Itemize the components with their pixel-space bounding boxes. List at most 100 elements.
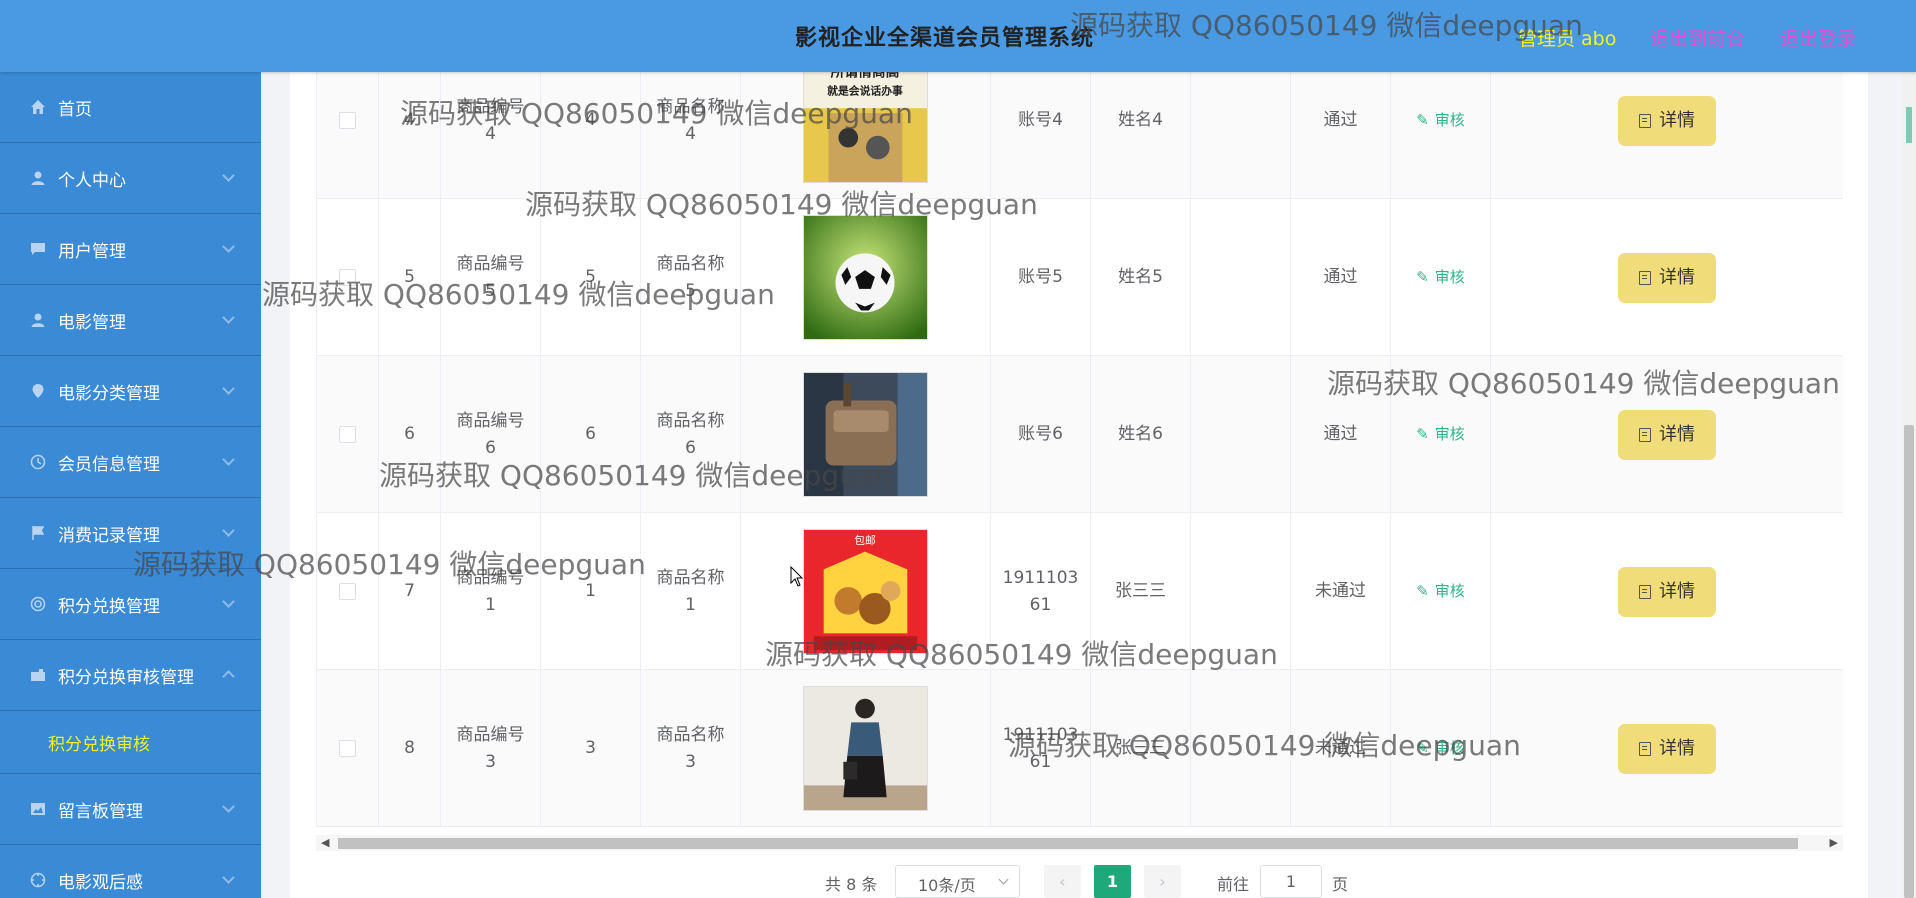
sidebar-item-label: 电影观后感 xyxy=(58,872,143,893)
product-image: 所谓情商高 就是会说话办事 xyxy=(803,72,928,183)
index-cell: 8 xyxy=(379,670,441,827)
table-row: 5 商品编号 5 5 商品名称 5 账号5 姓名5 通过 ✎ 审核 详情 xyxy=(316,199,1843,356)
scroll-left-icon[interactable]: ◀ xyxy=(321,836,329,849)
audit-button[interactable]: ✎ 审核 xyxy=(1416,264,1465,291)
chevron-down-icon xyxy=(222,169,235,182)
account-cell: 账号6 xyxy=(991,356,1091,513)
product-code-cell: 商品编号 1 xyxy=(441,513,541,670)
chevron-down-icon xyxy=(222,240,235,253)
prev-page-button[interactable]: ‹ xyxy=(1044,865,1081,898)
name-cell: 姓名5 xyxy=(1091,199,1191,356)
page-vertical-scrollbar[interactable] xyxy=(1902,72,1916,898)
chevron-right-icon: › xyxy=(1159,872,1166,891)
page-number-button[interactable]: 1 xyxy=(1094,865,1131,898)
row-checkbox[interactable] xyxy=(339,112,356,129)
detail-button[interactable]: 详情 xyxy=(1618,723,1716,774)
chevron-down-icon xyxy=(222,311,235,324)
sidebar-item-label: 消费记录管理 xyxy=(58,525,160,546)
sidebar-item-points-audit[interactable]: 积分兑换审核管理 xyxy=(0,640,261,711)
location-icon xyxy=(28,381,48,401)
sidebar-item-consumption[interactable]: 消费记录管理 xyxy=(0,498,261,569)
account-cell: 1911103 61 xyxy=(991,670,1091,827)
document-icon xyxy=(1639,584,1651,599)
sidebar-item-home[interactable]: 首页 xyxy=(0,72,261,143)
page-size-select[interactable]: 10条/页 xyxy=(895,865,1020,898)
detail-button[interactable]: 详情 xyxy=(1618,566,1716,617)
detail-button[interactable]: 详情 xyxy=(1618,252,1716,303)
detail-button[interactable]: 详情 xyxy=(1618,409,1716,460)
audit-button[interactable]: ✎ 审核 xyxy=(1416,578,1465,605)
index-cell: 6 xyxy=(379,356,441,513)
edit-icon: ✎ xyxy=(1416,739,1429,757)
chevron-down-icon xyxy=(222,453,235,466)
account-cell: 账号4 xyxy=(991,72,1091,199)
sidebar-item-points-exchange[interactable]: 积分兑换管理 xyxy=(0,569,261,640)
sidebar-item-movies[interactable]: 电影管理 xyxy=(0,285,261,356)
exit-to-front-link[interactable]: 退出到前台 xyxy=(1650,24,1745,51)
sidebar-item-reviews[interactable]: 电影观后感 xyxy=(0,845,261,898)
row-checkbox[interactable] xyxy=(339,740,356,757)
product-image: 包邮 xyxy=(803,529,928,654)
home-icon xyxy=(28,97,48,117)
row-checkbox[interactable] xyxy=(339,426,356,443)
status-cell: 未通过 xyxy=(1291,513,1391,670)
mouse-cursor-icon xyxy=(790,566,804,587)
sidebar-item-label: 电影管理 xyxy=(58,312,126,333)
product-name-cell: 商品名称 4 xyxy=(641,72,741,199)
logout-link[interactable]: 退出登录 xyxy=(1780,24,1856,51)
document-icon xyxy=(1639,113,1651,128)
sidebar-item-message-board[interactable]: 留言板管理 xyxy=(0,774,261,845)
points-cell: 6 xyxy=(541,356,641,513)
book-title-line1: 所谓情商高 xyxy=(831,72,900,81)
picture-icon xyxy=(28,799,48,819)
audit-button[interactable]: ✎ 审核 xyxy=(1416,421,1465,448)
sidebar-subitem-points-audit[interactable]: 积分兑换审核 xyxy=(0,711,261,774)
chevron-down-icon xyxy=(998,874,1009,885)
total-count: 共 8 条 xyxy=(825,875,878,894)
name-cell: 张三三 xyxy=(1091,670,1191,827)
product-image xyxy=(803,686,928,811)
audit-button[interactable]: ✎ 审核 xyxy=(1416,735,1465,762)
table-row: 4 商品编号 4 4 商品名称 4 所谓情商高 就是会说话办事 账号4 姓名4 … xyxy=(316,72,1843,199)
sidebar-item-label: 会员信息管理 xyxy=(58,454,160,475)
sidebar-item-users[interactable]: 用户管理 xyxy=(0,214,261,285)
sidebar-item-label: 用户管理 xyxy=(58,241,126,262)
flag-icon xyxy=(28,523,48,543)
sidebar-item-profile[interactable]: 个人中心 xyxy=(0,143,261,214)
chevron-down-icon xyxy=(222,524,235,537)
chevron-down-icon xyxy=(222,382,235,395)
detail-button[interactable]: 详情 xyxy=(1618,95,1716,146)
product-code-cell: 商品编号 5 xyxy=(441,199,541,356)
chevron-down-icon xyxy=(222,871,235,884)
scroll-indicator xyxy=(1906,107,1912,143)
snack-banner: 包邮 xyxy=(854,534,876,547)
points-cell: 5 xyxy=(541,199,641,356)
sidebar-item-label: 个人中心 xyxy=(58,170,126,191)
audit-button[interactable]: ✎ 审核 xyxy=(1416,107,1465,134)
points-cell: 1 xyxy=(541,513,641,670)
page-suffix: 页 xyxy=(1332,875,1349,894)
next-page-button[interactable]: › xyxy=(1144,865,1181,898)
user-icon xyxy=(28,168,48,188)
row-checkbox[interactable] xyxy=(339,583,356,600)
name-cell: 姓名4 xyxy=(1091,72,1191,199)
product-image xyxy=(803,215,928,340)
sidebar-item-member-info[interactable]: 会员信息管理 xyxy=(0,427,261,498)
index-cell: 4 xyxy=(379,72,441,199)
edit-icon: ✎ xyxy=(1416,111,1429,129)
scrollbar-thumb[interactable] xyxy=(338,838,1798,849)
scroll-right-icon[interactable]: ▶ xyxy=(1830,836,1838,849)
chevron-left-icon: ‹ xyxy=(1059,872,1066,891)
scrollbar-thumb[interactable] xyxy=(1904,425,1914,898)
chevron-up-icon xyxy=(222,670,235,683)
product-name-cell: 商品名称 6 xyxy=(641,356,741,513)
goto-page-input[interactable] xyxy=(1260,865,1322,898)
status-cell: 通过 xyxy=(1291,72,1391,199)
product-code-cell: 商品编号 3 xyxy=(441,670,541,827)
sidebar-subitem-label: 积分兑换审核 xyxy=(48,734,150,755)
sidebar-item-movie-categories[interactable]: 电影分类管理 xyxy=(0,356,261,427)
product-name-cell: 商品名称 5 xyxy=(641,199,741,356)
clock-icon xyxy=(28,452,48,472)
horizontal-scrollbar[interactable]: ◀ ▶ xyxy=(316,835,1843,851)
row-checkbox[interactable] xyxy=(339,269,356,286)
